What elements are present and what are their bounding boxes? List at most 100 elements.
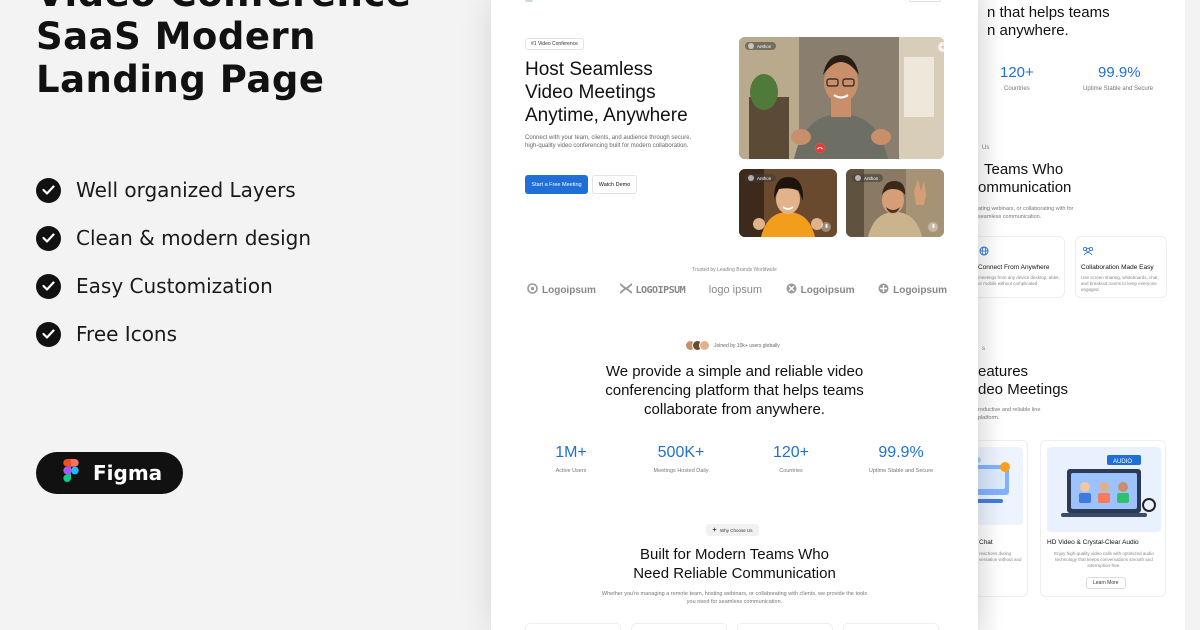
feature-card <box>525 623 621 630</box>
feature-card <box>843 623 939 630</box>
logo-icon <box>525 0 533 2</box>
stat-label: Active Users <box>555 468 587 474</box>
end-call-icon[interactable] <box>815 143 825 153</box>
participant-name: Anthon <box>757 175 772 181</box>
avatar <box>748 175 754 181</box>
stat-label: Countries <box>779 468 803 474</box>
feature-card <box>737 623 833 630</box>
video-tile-small[interactable]: Anthon <box>739 169 837 237</box>
video-tile-small[interactable]: Anthon <box>846 169 944 237</box>
promo-title-line: Video Conference <box>36 0 476 15</box>
brand-logo-text: logo ipsum <box>708 284 762 296</box>
back-features-desc: roductive and reliable line platform. <box>978 407 1041 421</box>
logo-mark-icon <box>786 283 797 297</box>
feature-item: Free Icons <box>36 310 311 358</box>
stat-item: 1M+ Active Users <box>521 444 621 474</box>
feature-label: Free Icons <box>76 322 178 346</box>
logo-mark-icon <box>527 283 538 297</box>
mic-icon[interactable] <box>821 222 831 232</box>
hero-title: Host Seamless Video Meetings Anytime, An… <box>525 58 688 127</box>
back-mission-line: n anywhere. <box>987 22 1069 39</box>
participant-name: Anthon <box>864 175 879 181</box>
figma-icon <box>63 459 79 487</box>
back-card-desc: reactions during versation without and <box>979 551 1022 562</box>
back-card-desc: Enjoy high-quality video calls with opti… <box>1054 551 1154 568</box>
hd-audio-text: AUDIO <box>1113 459 1132 465</box>
feature-item: Easy Customization <box>36 262 311 310</box>
feature-label: Clean & modern design <box>76 226 312 250</box>
video-tile-main[interactable]: Anthon <box>739 37 944 159</box>
feature-item: Well organized Layers <box>36 166 311 214</box>
mic-icon[interactable] <box>928 222 938 232</box>
participant-name-tag: Anthon <box>745 42 777 50</box>
check-icon <box>36 225 61 251</box>
back-features-line: eatures <box>978 363 1029 380</box>
check-icon <box>36 177 61 203</box>
back-card-desc: meetings from any device desktop, ablet,… <box>978 275 1060 286</box>
check-icon <box>36 321 61 347</box>
stat-label: Meetings Hosted Daily <box>653 468 709 474</box>
mission-line: conferencing platform that helps teams <box>605 382 864 399</box>
mission-line: We provide a simple and reliable video <box>605 363 864 380</box>
brand-logo: logo ipsum <box>709 284 762 296</box>
joined-text: Joined by 10k+ users globally <box>714 342 780 349</box>
back-card-desc: Use screen sharing, whiteboards, chat, a… <box>1081 275 1159 292</box>
feature-card <box>631 623 727 630</box>
hd-video-illustration: AUDIO <box>1047 447 1161 532</box>
why-pill-label: Why Choose Us <box>720 527 753 533</box>
brand-logos: Logoipsum LOGOIPSUM logo ipsum Logoipsum… <box>527 283 947 297</box>
back-stat-label: Countries <box>1004 86 1030 92</box>
logo-mark-icon <box>878 283 889 297</box>
back-card: Collaboration Made Easy Use screen shari… <box>1075 236 1167 298</box>
avatar <box>855 175 861 181</box>
start-meeting-button[interactable]: Start a Free Meeting <box>525 175 588 194</box>
back-pill-fragment: Us <box>982 145 990 151</box>
hero-title-line: Anytime, Anywhere <box>525 105 688 126</box>
brand-logo-text: Logoipsum <box>800 284 855 296</box>
avatar-stack <box>685 340 710 351</box>
hero-title-line: Video Meetings <box>525 82 656 103</box>
feature-list: Well organized Layers Clean & modern des… <box>36 166 311 358</box>
why-title: Built for Modern Teams Who Need Reliable… <box>491 545 978 583</box>
back-card-title: Connect From Anywhere <box>978 264 1050 271</box>
hero-title-line: Host Seamless <box>525 59 653 80</box>
why-title-line: Built for Modern Teams Who <box>640 546 829 563</box>
figma-badge[interactable]: Figma <box>36 452 183 494</box>
back-card-title: HD Video & Crystal-Clear Audio <box>1047 539 1139 546</box>
back-why-line: Teams Who <box>984 161 1064 178</box>
back-card-title: Collaboration Made Easy <box>1081 264 1154 271</box>
watch-demo-button[interactable]: Watch Demo <box>592 175 637 194</box>
globe-icon <box>979 243 989 261</box>
why-description: Whether you're managing a remote team, h… <box>601 591 868 605</box>
promo-title-line: SaaS Modern <box>36 15 317 58</box>
back-why-desc: ating webinars, or collaborating with fo… <box>978 206 1074 220</box>
nav-button[interactable] <box>909 0 941 2</box>
promo-title-line: Landing Page <box>36 58 325 101</box>
back-pill-fragment: s <box>982 346 985 352</box>
back-card: AUDIO HD Video & Crystal-Clear Audio Enj… <box>1040 440 1166 597</box>
back-stat-label: Uptime Stable and Secure <box>1083 86 1154 92</box>
stat-item: 99.9% Uptime Stable and Secure <box>851 444 951 474</box>
brand-logo-text: Logoipsum <box>542 284 596 296</box>
back-why-line: ommunication <box>978 179 1072 196</box>
learn-more-button[interactable]: Learn More <box>1086 577 1126 589</box>
feature-label: Well organized Layers <box>76 178 296 202</box>
back-stat-value: 120+ <box>1000 64 1034 81</box>
participant-name-tag: Anthon <box>852 174 884 182</box>
brand-logo: Logoipsum <box>527 283 596 297</box>
stat-value: 120+ <box>772 444 810 461</box>
avatar <box>748 43 754 49</box>
avatar <box>699 340 710 351</box>
expand-icon[interactable] <box>938 42 944 52</box>
stat-value: 99.9% <box>878 444 924 461</box>
sparkle-icon <box>712 527 717 533</box>
participant-name-tag: Anthon <box>745 174 777 182</box>
stats-row: 1M+ Active Users 500K+ Meetings Hosted D… <box>521 444 951 474</box>
participant-video <box>739 37 944 159</box>
hero-description: Connect with your team, clients, and aud… <box>525 135 692 149</box>
stat-item: 120+ Countries <box>741 444 841 474</box>
participant-name: Anthon <box>757 43 772 49</box>
brand-logo: Logoipsum <box>878 283 947 297</box>
why-pill: Why Choose Us <box>706 524 759 536</box>
feature-item: Clean & modern design <box>36 214 311 262</box>
